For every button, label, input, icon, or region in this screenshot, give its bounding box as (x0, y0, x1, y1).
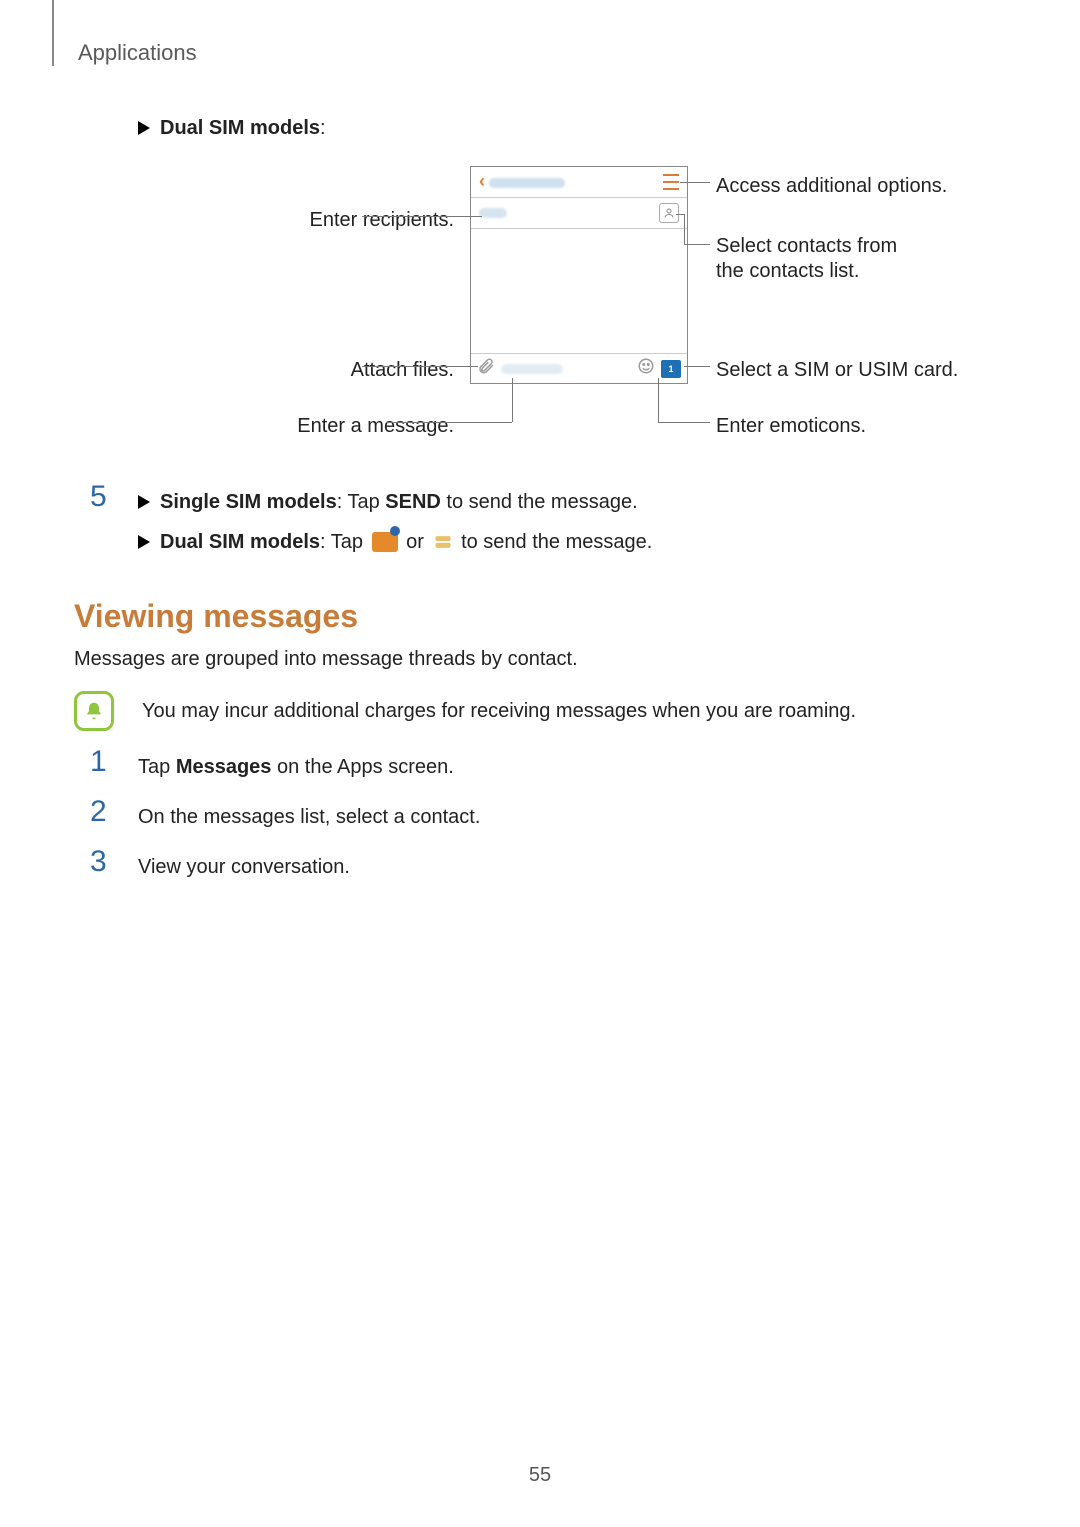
callout-access-options: Access additional options. (716, 172, 947, 200)
message-placeholder (501, 364, 563, 374)
viewing-intro: Messages are grouped into message thread… (74, 645, 1010, 673)
bullet-dual-sim-models: Dual SIM models: (138, 114, 1010, 142)
contacts-icon (659, 203, 679, 223)
connector (684, 214, 685, 244)
recipient-placeholder (479, 208, 507, 218)
heading-viewing-messages: Viewing messages (74, 594, 1010, 639)
sim-select-icon: 1 (661, 360, 681, 378)
connector (512, 378, 513, 422)
text: : Tap (320, 531, 369, 553)
step5-dual-line: Dual SIM models: Tap or to send the mess… (160, 528, 652, 556)
page-number: 55 (0, 1461, 1080, 1489)
back-icon: ‹ (479, 169, 485, 194)
view-step-2: 2 On the messages list, select a contact… (90, 799, 1010, 831)
connector (684, 366, 710, 367)
side-rule (52, 0, 54, 66)
callout-enter-recipients: Enter recipients. (224, 206, 454, 234)
connector (658, 378, 659, 422)
connector (676, 214, 684, 215)
label-messages-app: Messages (176, 756, 272, 778)
label-send: SEND (385, 491, 441, 513)
connector (362, 366, 478, 367)
text: to send the message. (441, 491, 638, 513)
callout-attach-files: Attach files. (224, 356, 454, 384)
text: to send the message. (461, 531, 652, 553)
breadcrumb: Applications (78, 38, 197, 69)
label-dual-sim: Dual SIM models (160, 531, 320, 553)
sim2-send-icon (433, 532, 453, 552)
connector (386, 422, 512, 423)
connector (684, 244, 710, 245)
note-roaming: You may incur additional charges for rec… (74, 691, 1010, 731)
step-number: 2 (90, 797, 138, 827)
view-step-3: 3 View your conversation. (90, 849, 1010, 881)
step-number: 3 (90, 847, 138, 877)
text: Tap (138, 756, 176, 778)
callout-select-sim: Select a SIM or USIM card. (716, 356, 958, 384)
emoticon-icon (637, 355, 655, 383)
bell-icon (74, 691, 114, 731)
text: On the messages list, select a contact. (138, 803, 480, 831)
note-text: You may incur additional charges for rec… (142, 697, 856, 725)
step5-single-line: Single SIM models: Tap SEND to send the … (160, 488, 638, 516)
text: on the Apps screen. (271, 756, 453, 778)
label-single-sim: Single SIM models (160, 491, 337, 513)
step-number: 5 (90, 482, 138, 512)
triangle-bullet-icon (138, 495, 150, 509)
phone-mock: ‹ (470, 166, 688, 384)
text: View your conversation. (138, 853, 350, 881)
callout-select-contacts: Select contacts from the contacts list. (716, 234, 926, 284)
connector (362, 216, 482, 217)
sim1-send-icon (372, 532, 398, 552)
connector (680, 182, 710, 183)
label-dual-sim: Dual SIM models (160, 117, 320, 139)
callout-enter-emoticons: Enter emoticons. (716, 412, 866, 440)
paperclip-icon (477, 355, 495, 383)
step-5: 5 Single SIM models: Tap SEND to send th… (90, 484, 1010, 556)
view-step-1: 1 Tap Messages on the Apps screen. (90, 749, 1010, 781)
triangle-bullet-icon (138, 121, 150, 135)
connector (658, 422, 710, 423)
compose-screen-diagram: ‹ (224, 166, 924, 466)
step-number: 1 (90, 747, 138, 777)
text: : Tap (337, 491, 386, 513)
menu-icon (663, 174, 679, 190)
callout-enter-message: Enter a message. (224, 412, 454, 440)
triangle-bullet-icon (138, 535, 150, 549)
title-placeholder (489, 168, 663, 196)
text: or (406, 531, 429, 553)
